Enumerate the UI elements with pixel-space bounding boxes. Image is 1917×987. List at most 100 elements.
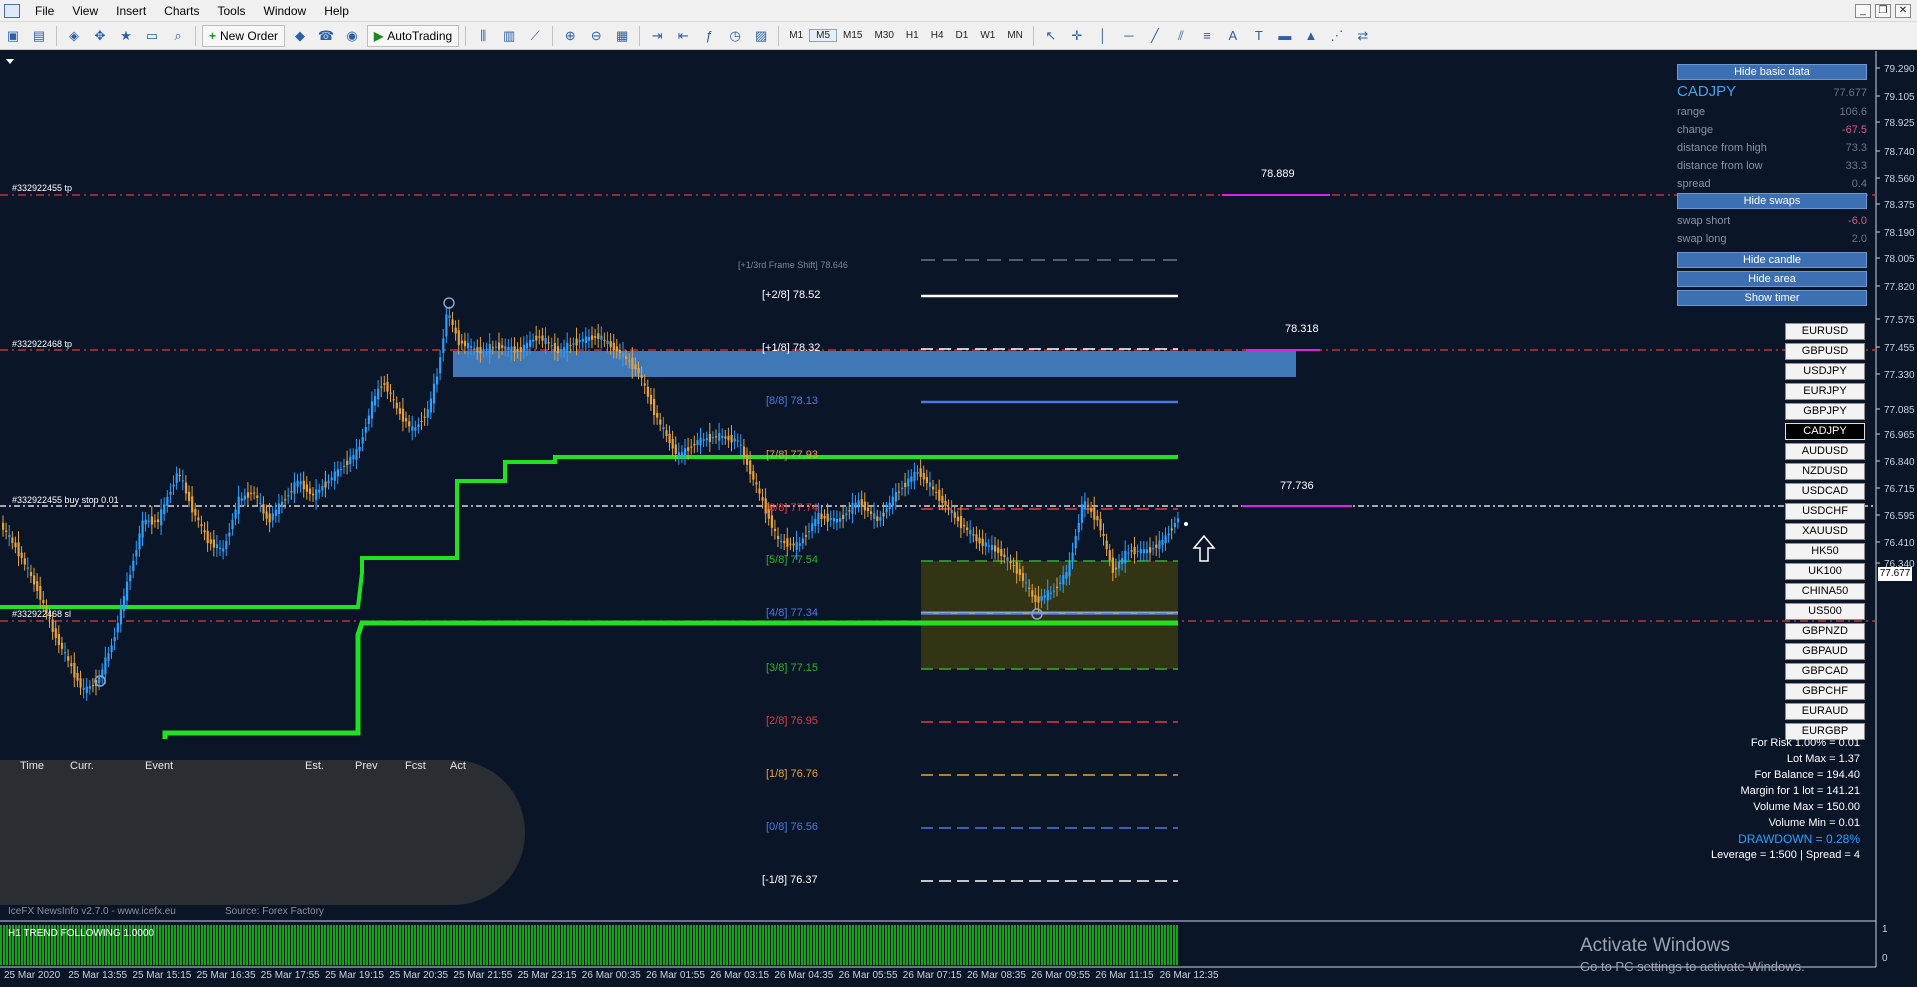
histogram-bar [879,925,881,965]
timeframe-m15[interactable]: M15 [837,30,868,41]
histogram-bar [945,925,947,965]
histogram-bar [981,925,983,965]
equidistant-channel-icon[interactable]: ⫽ [1170,25,1192,47]
histogram-bar [666,925,668,965]
app-icon[interactable] [4,3,20,18]
symbol-button-audusd[interactable]: AUDUSD [1785,443,1865,460]
terminal-icon[interactable]: ▭ [141,25,163,47]
hide-basic-data-button[interactable]: Hide basic data [1677,64,1867,80]
supply-zone-rect[interactable] [453,351,1296,377]
candle-body [1068,561,1071,577]
data-window-icon[interactable]: ✥ [89,25,111,47]
fibo-fan-icon[interactable]: ⋰ [1326,25,1348,47]
symbol-button-gbpchf[interactable]: GBPCHF [1785,683,1865,700]
arrows-icon[interactable]: ⇄ [1352,25,1374,47]
restore-icon[interactable]: ❐ [1875,3,1891,18]
new-chart-icon[interactable]: ▣ [2,25,24,47]
symbol-button-hk50[interactable]: HK50 [1785,543,1865,560]
histogram-bar [846,925,848,965]
hide-area-button[interactable]: Hide area [1677,271,1867,287]
line-chart-icon[interactable]: ⟋ [524,25,546,47]
timeframe-h4[interactable]: H4 [925,30,950,41]
autotrading-button[interactable]: ▶ AutoTrading [367,24,460,47]
horizontal-line-icon[interactable]: ─ [1118,25,1140,47]
histogram-bar [1119,925,1121,965]
symbol-button-gbpjpy[interactable]: GBPJPY [1785,403,1865,420]
zoom-in-icon[interactable]: ⊕ [559,25,581,47]
symbol-button-usdcad[interactable]: USDCAD [1785,483,1865,500]
templates-icon[interactable]: ▨ [750,25,772,47]
symbol-button-uk100[interactable]: UK100 [1785,563,1865,580]
menu-tools[interactable]: Tools [209,0,255,22]
text-icon[interactable]: A [1222,25,1244,47]
crosshair-icon[interactable]: ✛ [1066,25,1088,47]
vertical-line-icon[interactable]: │ [1092,25,1114,47]
demand-zone-rect[interactable] [921,561,1178,669]
tile-windows-icon[interactable]: ▦ [611,25,633,47]
close-icon[interactable]: ✕ [1895,3,1911,18]
menu-charts[interactable]: Charts [155,0,208,22]
timeframe-w1[interactable]: W1 [974,30,1001,41]
symbol-button-china50[interactable]: CHINA50 [1785,583,1865,600]
new-order-button[interactable]: + New Order [202,24,286,47]
bar-chart-icon[interactable]: ⫼ [472,25,494,47]
symbol-button-nzdusd[interactable]: NZDUSD [1785,463,1865,480]
info-value: -6.0 [1848,215,1867,227]
hide-candle-button[interactable]: Hide candle [1677,252,1867,268]
text-label-icon[interactable]: T [1248,25,1270,47]
market-watch-icon[interactable]: ◈ [63,25,85,47]
timeframe-d1[interactable]: D1 [950,30,975,41]
symbol-button-euraud[interactable]: EURAUD [1785,703,1865,720]
timeframe-m30[interactable]: M30 [868,30,899,41]
menu-file[interactable]: File [26,0,63,22]
hide-swaps-button[interactable]: Hide swaps [1677,193,1867,209]
triangle-icon[interactable]: ▲ [1300,25,1322,47]
symbol-button-usdjpy[interactable]: USDJPY [1785,363,1865,380]
fibonacci-icon[interactable]: ≡ [1196,25,1218,47]
navigator-icon[interactable]: ★ [115,25,137,47]
symbol-button-gbpusd[interactable]: GBPUSD [1785,343,1865,360]
histogram-bar [384,925,386,965]
timeframe-mn[interactable]: MN [1001,30,1029,41]
show-timer-button[interactable]: Show timer [1677,290,1867,306]
candle-body [206,530,209,544]
histogram-bar [810,925,812,965]
symbol-button-cadjpy[interactable]: CADJPY [1785,423,1865,440]
metaeditor-icon[interactable]: ◆ [289,25,311,47]
symbol-button-gbpnzd[interactable]: GBPNZD [1785,623,1865,640]
menu-help[interactable]: Help [315,0,358,22]
indicators-icon[interactable]: ƒ [698,25,720,47]
symbol-button-us500[interactable]: US500 [1785,603,1865,620]
histogram-bar [732,925,734,965]
timeframe-m1[interactable]: M1 [783,30,809,41]
candle-body [222,548,225,552]
signals-icon[interactable]: ☎ [315,25,337,47]
symbol-button-eurjpy[interactable]: EURJPY [1785,383,1865,400]
cursor-icon[interactable]: ↖ [1040,25,1062,47]
histogram-bar [174,925,176,965]
minimize-icon[interactable]: _ [1855,3,1871,18]
trendline-icon[interactable]: ╱ [1144,25,1166,47]
symbol-button-gbpaud[interactable]: GBPAUD [1785,643,1865,660]
timeframe-h1[interactable]: H1 [900,30,925,41]
histogram-bar [642,925,644,965]
zoom-out-icon[interactable]: ⊖ [585,25,607,47]
symbol-button-xauusd[interactable]: XAUUSD [1785,523,1865,540]
menu-window[interactable]: Window [255,0,316,22]
timeframe-m5[interactable]: M5 [809,29,838,42]
menu-insert[interactable]: Insert [107,0,155,22]
chart-menu-arrow-icon[interactable] [6,59,14,64]
periods-icon[interactable]: ◷ [724,25,746,47]
market-icon[interactable]: ◉ [341,25,363,47]
histogram-bar [699,925,701,965]
chart-shift-icon[interactable]: ⇤ [672,25,694,47]
profiles-icon[interactable]: ▤ [28,25,50,47]
strategy-tester-icon[interactable]: ⌕ [167,25,189,47]
symbol-button-usdchf[interactable]: USDCHF [1785,503,1865,520]
candle-chart-icon[interactable]: ▥ [498,25,520,47]
menu-view[interactable]: View [63,0,107,22]
symbol-button-gbpcad[interactable]: GBPCAD [1785,663,1865,680]
symbol-button-eurusd[interactable]: EURUSD [1785,323,1865,340]
rectangle-icon[interactable]: ▬ [1274,25,1296,47]
autoscroll-icon[interactable]: ⇥ [646,25,668,47]
